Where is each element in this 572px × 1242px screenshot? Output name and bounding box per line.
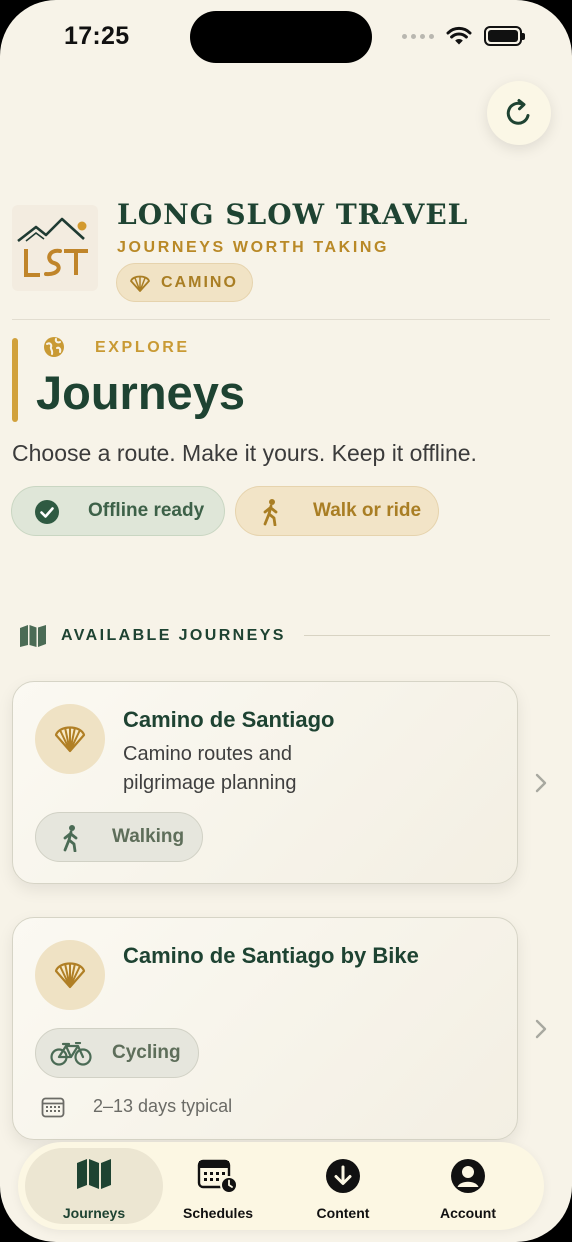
bottom-tab-bar: Journeys Schedules Content Account [18, 1142, 544, 1230]
journeys-screen: 17:25 LONG SLOW TRAVEL JOURNEYS WORTH TA… [0, 0, 572, 1242]
status-time: 17:25 [64, 22, 130, 50]
chevron-right-icon[interactable] [534, 772, 548, 794]
person-circle-icon [451, 1159, 485, 1193]
calendar-clock-icon [197, 1159, 238, 1194]
brand-title: LONG SLOW TRAVEL [117, 198, 469, 231]
check-circle-icon [35, 500, 59, 524]
tab-schedules[interactable]: Schedules [149, 1148, 287, 1224]
journey-title: Camino de Santiago [123, 707, 335, 732]
chevron-right-icon[interactable] [534, 1018, 548, 1040]
journey-title: Camino de Santiago by Bike [123, 943, 419, 968]
calendar-icon [41, 1097, 65, 1118]
mode-badge: Cycling [35, 1028, 199, 1078]
wifi-icon [446, 26, 472, 45]
walking-icon [263, 499, 278, 526]
explore-eyebrow: EXPLORE [95, 339, 190, 356]
tab-label: Journeys [62, 1205, 126, 1221]
page-title: Journeys [36, 366, 245, 419]
mode-label: Walking [112, 826, 185, 847]
app-logo [12, 205, 98, 291]
brand-subtitle: JOURNEYS WORTH TAKING [117, 239, 390, 256]
journey-duration: 2–13 days typical [93, 1096, 233, 1116]
mode-badge: Walking [35, 812, 203, 862]
tab-label: Content [316, 1205, 370, 1221]
walking-icon [63, 825, 78, 852]
journey-icon-badge [35, 704, 105, 774]
offline-ready-label: Offline ready [88, 500, 205, 521]
tab-label: Schedules [182, 1205, 254, 1221]
tab-account[interactable]: Account [399, 1148, 537, 1224]
section-title: AVAILABLE JOURNEYS [61, 627, 286, 644]
dynamic-island [190, 11, 372, 63]
tab-label: Account [440, 1205, 496, 1221]
battery-icon [484, 26, 525, 46]
scallop-shell-icon [54, 962, 86, 989]
journey-card-camino[interactable]: Camino de Santiago Camino routes and pil… [12, 681, 518, 884]
walk-or-ride-badge: Walk or ride [235, 486, 439, 536]
download-circle-icon [326, 1159, 360, 1193]
page-tagline: Choose a route. Make it yours. Keep it o… [12, 440, 477, 466]
tab-journeys[interactable]: Journeys [25, 1148, 163, 1224]
camino-chip-label: CAMINO [161, 273, 238, 291]
scallop-shell-icon [130, 275, 150, 292]
mode-label: Cycling [112, 1042, 181, 1063]
bicycle-icon [50, 1042, 92, 1066]
offline-ready-badge: Offline ready [11, 486, 225, 536]
map-icon [20, 625, 46, 647]
scallop-shell-icon [54, 726, 86, 753]
walk-or-ride-label: Walk or ride [313, 500, 422, 521]
tab-content[interactable]: Content [274, 1148, 412, 1224]
refresh-icon [506, 99, 530, 125]
journey-card-camino-bike[interactable]: Camino de Santiago by Bike Cycling 2–13 … [12, 917, 518, 1140]
journey-icon-badge [35, 940, 105, 1010]
cellular-signal-icon [402, 33, 434, 39]
header-divider [12, 319, 550, 320]
map-icon [77, 1159, 111, 1189]
journey-description: Camino routes and pilgrimage planning [123, 743, 297, 794]
section-divider [304, 635, 550, 636]
camino-chip: CAMINO [116, 263, 253, 302]
refresh-button[interactable] [487, 81, 551, 145]
status-icons [402, 26, 525, 46]
globe-icon [44, 337, 64, 357]
accent-bar [12, 338, 18, 422]
